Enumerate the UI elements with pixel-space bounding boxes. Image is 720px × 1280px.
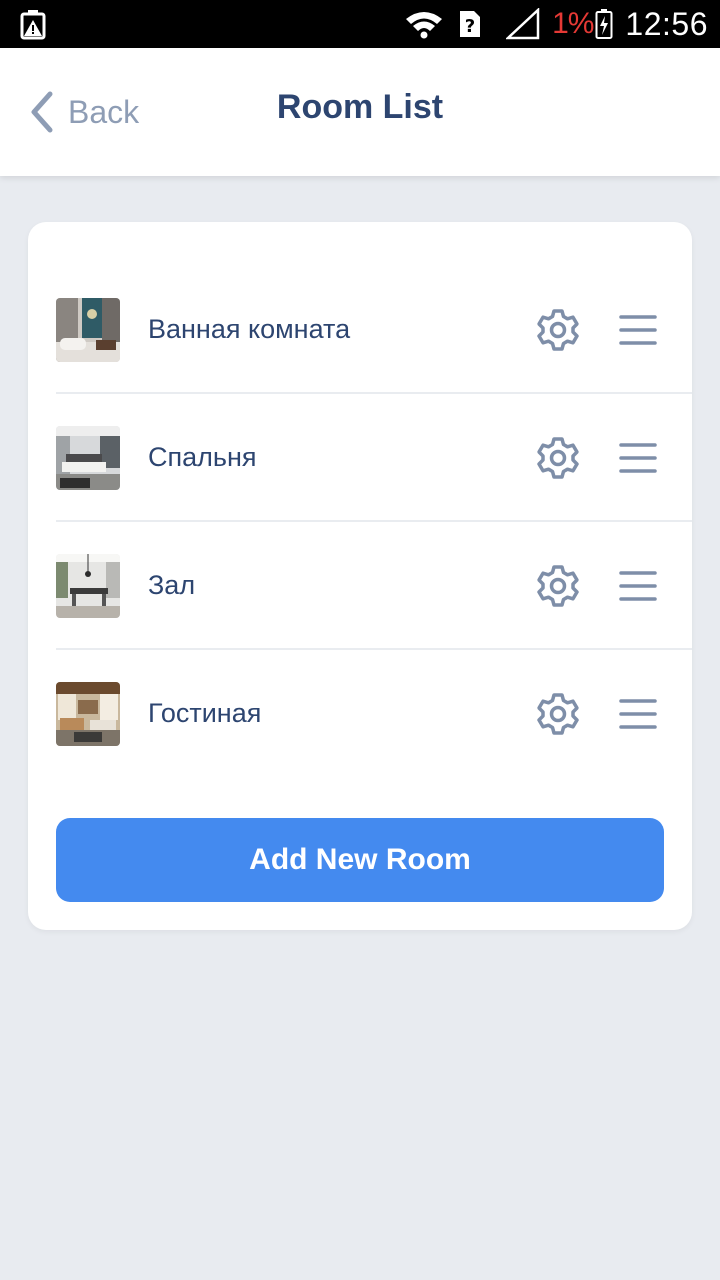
- drag-handle-icon[interactable]: [618, 696, 658, 732]
- room-name: Гостиная: [148, 698, 262, 728]
- room-thumbnail: [56, 682, 120, 746]
- battery-charging-icon: [595, 9, 613, 39]
- room-row[interactable]: Гостиная: [28, 650, 692, 778]
- drag-handle-icon[interactable]: [618, 440, 658, 476]
- room-name: Ванная комната: [148, 314, 351, 344]
- drag-handle-icon[interactable]: [618, 312, 658, 348]
- wifi-icon: [406, 12, 443, 39]
- page-title: Room List: [276, 88, 444, 126]
- gear-icon[interactable]: [536, 308, 580, 352]
- room-thumbnail: [56, 298, 120, 362]
- hall-photo: [56, 554, 120, 618]
- battery-alert-icon: [20, 10, 46, 40]
- svg-text:?: ?: [465, 16, 475, 37]
- signal-icon: [506, 8, 540, 40]
- gear-icon[interactable]: [536, 564, 580, 608]
- status-bar: ? 1% 12:56: [0, 0, 720, 48]
- living-room-photo: [56, 682, 120, 746]
- gear-icon[interactable]: [536, 436, 580, 480]
- room-row[interactable]: Зал: [28, 522, 692, 650]
- battery-percent: 1%: [552, 7, 594, 40]
- gear-icon[interactable]: [536, 692, 580, 736]
- room-thumbnail: [56, 554, 120, 618]
- app-header: Back Room List: [0, 48, 720, 176]
- bathroom-photo: [56, 298, 120, 362]
- clock: 12:56: [625, 5, 708, 42]
- room-row[interactable]: Спальня: [28, 394, 692, 522]
- room-thumbnail: [56, 426, 120, 490]
- bedroom-photo: [56, 426, 120, 490]
- room-name: Зал: [148, 570, 196, 600]
- sim-unknown-icon: ?: [460, 11, 481, 37]
- add-new-room-button[interactable]: Add New Room: [56, 818, 664, 902]
- drag-handle-icon[interactable]: [618, 568, 658, 604]
- room-row[interactable]: Ванная комната: [28, 266, 692, 394]
- room-name: Спальня: [148, 442, 257, 472]
